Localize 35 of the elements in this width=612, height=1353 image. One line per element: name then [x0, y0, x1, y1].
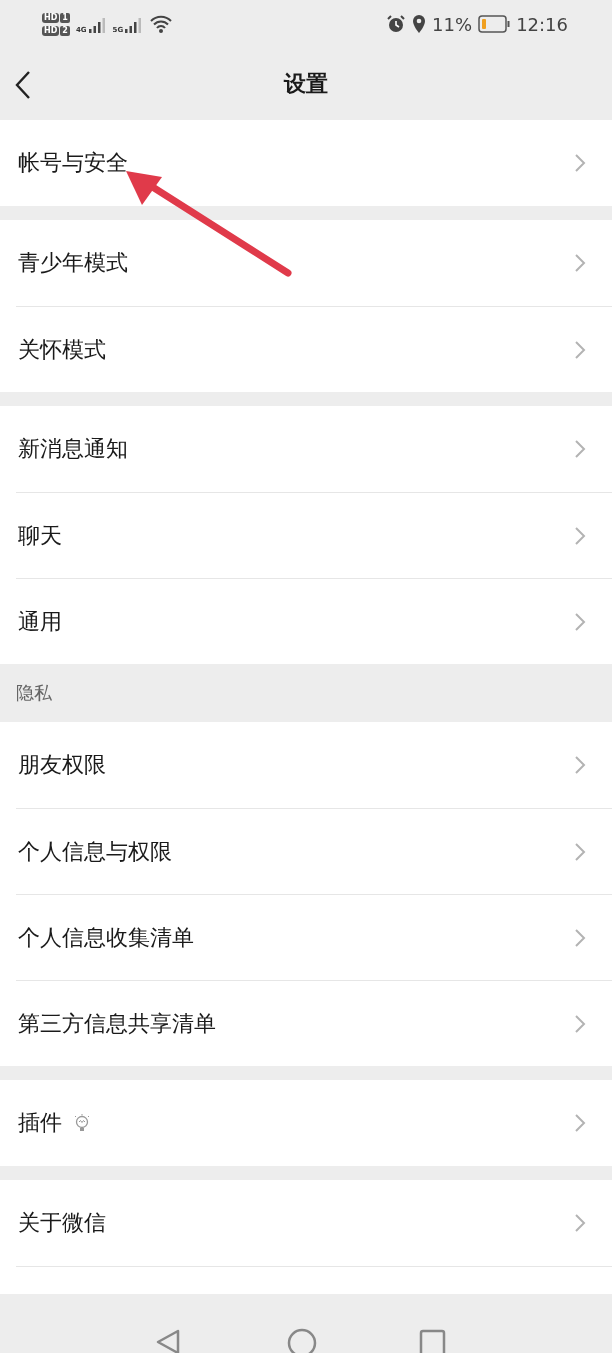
chevron-icon: [574, 439, 586, 459]
settings-item[interactable]: 个人信息收集清单: [16, 894, 612, 980]
wifi-icon: [149, 14, 174, 34]
battery-percent: 11%: [432, 13, 473, 35]
battery-icon: [478, 15, 511, 33]
signal-icon: [123, 16, 144, 34]
chevron-icon: [574, 153, 586, 173]
settings-item[interactable]: 通用: [16, 578, 612, 664]
page-title: 设置: [284, 70, 328, 98]
settings-item[interactable]: 个人信息与权限: [16, 808, 612, 894]
settings-item[interactable]: 帐号与安全: [0, 120, 612, 206]
alarm-icon: [386, 14, 407, 34]
settings-item[interactable]: 朋友权限: [0, 722, 612, 808]
chevron-icon: [574, 611, 586, 632]
section-header: 隐私: [16, 681, 52, 705]
chevron-icon: [574, 1013, 586, 1034]
chevron-icon: [574, 927, 586, 948]
settings-item[interactable]: 关怀模式: [16, 306, 612, 392]
location-icon: [412, 14, 427, 34]
chevron-icon: [574, 841, 586, 862]
settings-item[interactable]: 插件: [0, 1080, 612, 1166]
status-time: 12:16: [516, 13, 568, 35]
back-icon[interactable]: [14, 70, 32, 100]
chevron-icon: [574, 525, 586, 546]
settings-item[interactable]: 青少年模式: [0, 220, 612, 306]
settings-item[interactable]: 第三方信息共享清单: [16, 980, 612, 1066]
signal-icon: [86, 16, 107, 34]
settings-item[interactable]: 新消息通知: [0, 406, 612, 492]
chevron-icon: [574, 1113, 586, 1133]
chevron-icon: [574, 339, 586, 360]
recents-nav-icon[interactable]: [418, 1328, 448, 1353]
chevron-icon: [574, 253, 586, 273]
settings-item[interactable]: 聊天: [16, 492, 612, 578]
chevron-icon: [574, 755, 586, 775]
chevron-icon: [574, 1213, 586, 1233]
